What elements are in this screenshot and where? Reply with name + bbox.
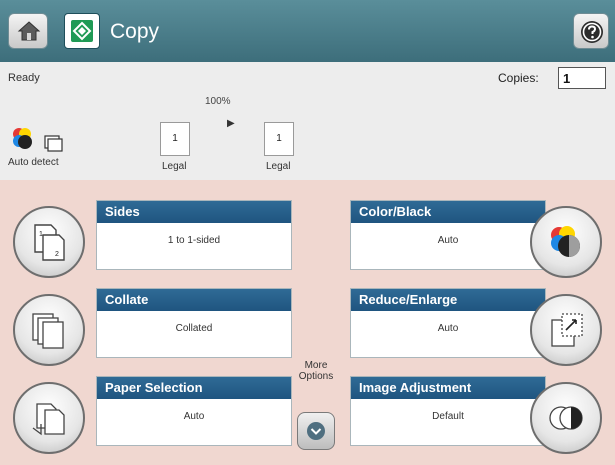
help-button[interactable] [573, 13, 609, 49]
app-title: Copy [110, 20, 160, 43]
output-size-label: Legal [266, 161, 291, 172]
copy-start-icon [71, 20, 93, 42]
color-detect-icon [13, 128, 32, 149]
home-icon [17, 21, 41, 41]
title-bar: Copy [0, 0, 615, 62]
reduce-enlarge-panel[interactable]: Reduce/Enlarge Auto [350, 288, 546, 358]
color-black-value: Auto [437, 235, 459, 246]
svg-text:2: 2 [55, 251, 59, 258]
help-icon [581, 21, 603, 43]
copies-input[interactable] [558, 67, 606, 89]
paper-selection-panel[interactable]: Paper Selection Auto [96, 376, 292, 446]
paper-selection-value: Auto [183, 411, 205, 422]
paper-tray-icon [32, 403, 65, 436]
chevron-down-icon [307, 422, 325, 440]
sides-value: 1 to 1-sided [167, 235, 221, 246]
collate-value: Collated [175, 323, 213, 334]
document-icon [44, 135, 64, 152]
copies-label: Copies: [498, 71, 539, 85]
image-adjustment-label: Image Adjustment [351, 377, 545, 399]
image-adjustment-value: Default [432, 411, 464, 422]
collate-label: Collate [97, 289, 291, 311]
copy-app-icon [64, 13, 100, 49]
paper-selection-label: Paper Selection [97, 377, 291, 399]
sides-label: Sides [97, 201, 291, 223]
color-black-panel[interactable]: Color/Black Auto [350, 200, 546, 270]
collate-icon [32, 313, 64, 349]
image-adjustment-panel[interactable]: Image Adjustment Default [350, 376, 546, 446]
duplex-icon: 1 2 [34, 224, 65, 261]
sides-panel[interactable]: Sides 1 to 1-sided [96, 200, 292, 270]
original-page-icon: 1 [160, 122, 190, 156]
color-mode-icon [551, 226, 580, 257]
auto-detect-label: Auto detect [8, 157, 59, 168]
more-options-button[interactable] [297, 412, 335, 450]
home-button[interactable] [8, 13, 48, 49]
output-page-icon: 1 [264, 122, 294, 156]
reduce-enlarge-value: Auto [437, 323, 459, 334]
color-black-button[interactable] [530, 206, 602, 278]
zoom-level: 100% [205, 96, 231, 107]
color-black-label: Color/Black [351, 201, 545, 223]
more-options-label: More Options [298, 360, 334, 382]
arrow-right-icon: ▶ [227, 118, 235, 129]
reduce-enlarge-label: Reduce/Enlarge [351, 289, 545, 311]
auto-detect-button[interactable] [10, 126, 64, 157]
paper-selection-button[interactable] [13, 382, 85, 454]
status-area: Ready Copies: Auto detect 100% ▶ 1 Legal… [0, 62, 615, 180]
collate-panel[interactable]: Collate Collated [96, 288, 292, 358]
image-adjustment-button[interactable] [530, 382, 602, 454]
collate-button[interactable] [13, 294, 85, 366]
sides-button[interactable]: 1 2 [13, 206, 85, 278]
original-size-label: Legal [162, 161, 187, 172]
status-text: Ready [8, 72, 40, 84]
image-adjust-icon [549, 406, 583, 430]
resize-icon [551, 313, 583, 347]
reduce-enlarge-button[interactable] [530, 294, 602, 366]
